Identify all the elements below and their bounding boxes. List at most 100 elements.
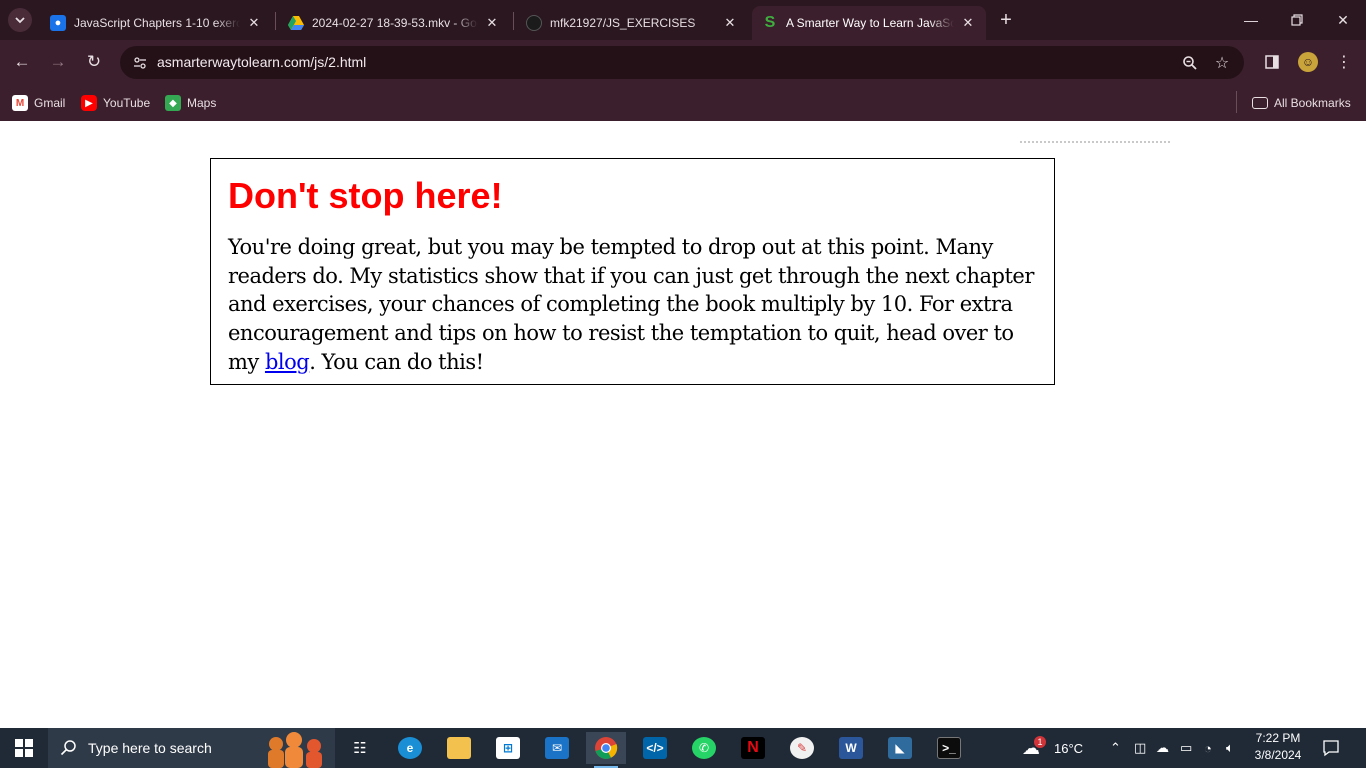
- windows-taskbar: Type here to search ☷ e ⊞ ✉ </> ✆ N ✎ W …: [0, 728, 1366, 768]
- zoom-icon: [1183, 56, 1197, 70]
- tab-smarter-way[interactable]: S A Smarter Way to Learn JavaScript ✕: [752, 6, 986, 40]
- weather-temp: 16°C: [1054, 740, 1084, 756]
- menu-button[interactable]: ⋮: [1332, 50, 1356, 74]
- page-content: Don't stop here! You're doing great, but…: [0, 121, 1366, 728]
- tab-github[interactable]: mfk21927/JS_EXERCISES ✕: [516, 6, 748, 40]
- bookmark-youtube[interactable]: ▶ YouTube: [81, 92, 150, 114]
- close-window-button[interactable]: ✕: [1320, 0, 1366, 40]
- search-placeholder: Type here to search: [88, 740, 212, 756]
- maps-icon: ◆: [165, 95, 181, 111]
- forward-button[interactable]: →: [44, 48, 72, 76]
- edge-icon: e: [398, 737, 422, 759]
- volume-button[interactable]: 🔈︎: [1226, 728, 1234, 768]
- tab-title: JavaScript Chapters 1-10 exercises: [74, 16, 240, 30]
- tab-divider: [275, 12, 276, 30]
- minimize-icon: —: [1244, 12, 1258, 28]
- taskbar-clock[interactable]: 7:22 PM 3/8/2024: [1240, 730, 1316, 764]
- bookmark-maps[interactable]: ◆ Maps: [165, 92, 216, 114]
- tab-divider: [513, 12, 514, 30]
- terminal-app[interactable]: >_: [929, 732, 969, 764]
- mail-icon: ✉: [545, 737, 569, 759]
- bookmark-label: Gmail: [34, 96, 66, 110]
- plus-icon: +: [1000, 8, 1012, 31]
- all-bookmarks-label: All Bookmarks: [1274, 96, 1351, 110]
- minimize-button[interactable]: —: [1228, 0, 1274, 40]
- github-icon: [526, 15, 542, 31]
- google-classroom-icon: ●: [50, 15, 66, 31]
- show-hidden-icons-button[interactable]: ⌃: [1110, 728, 1121, 768]
- vscode-app[interactable]: </>: [635, 732, 675, 764]
- terminal-icon: >_: [937, 737, 961, 759]
- chrome-icon: [595, 737, 618, 759]
- network-button[interactable]: ◔: [1204, 728, 1212, 768]
- search-icon: [60, 740, 76, 756]
- battery-button[interactable]: ▭: [1180, 728, 1192, 768]
- arrow-left-icon: ←: [13, 52, 31, 71]
- tab-google-drive[interactable]: 2024-02-27 18-39-53.mkv - Google Drive ✕: [278, 6, 510, 40]
- bookmark-star-button[interactable]: ☆: [1210, 51, 1234, 75]
- folder-icon: [1252, 97, 1268, 109]
- windows-logo-icon: [15, 739, 33, 757]
- chevron-down-icon: [15, 17, 25, 24]
- page-heading: Don't stop here!: [228, 175, 503, 216]
- netflix-app[interactable]: N: [733, 732, 773, 764]
- speaker-icon: 🔈︎: [1226, 740, 1234, 755]
- profile-button[interactable]: ☺: [1296, 50, 1320, 74]
- body-text-end: . You can do this!: [309, 349, 484, 374]
- chevron-up-icon: ⌃: [1110, 740, 1121, 755]
- store-app[interactable]: ⊞: [488, 732, 528, 764]
- browser-toolbar: ← → ↻ asmarterwaytolearn.com/js/2.html ☆…: [0, 40, 1366, 85]
- tab-title: A Smarter Way to Learn JavaScript: [786, 16, 954, 30]
- bookmarks-divider: [1236, 91, 1237, 113]
- close-tab-icon[interactable]: ✕: [246, 15, 262, 31]
- paint-app[interactable]: ✎: [782, 732, 822, 764]
- address-bar[interactable]: asmarterwaytolearn.com/js/2.html ☆: [120, 46, 1244, 79]
- close-tab-icon[interactable]: ✕: [960, 15, 976, 31]
- bookmark-label: YouTube: [103, 96, 151, 110]
- mysql-workbench-app[interactable]: ◣: [880, 732, 920, 764]
- url-text[interactable]: asmarterwaytolearn.com/js/2.html: [157, 54, 366, 70]
- restore-button[interactable]: [1274, 0, 1320, 40]
- bookmark-gmail[interactable]: M Gmail: [12, 92, 65, 114]
- file-explorer-app[interactable]: [439, 732, 479, 764]
- onedrive-button[interactable]: ☁: [1156, 728, 1169, 768]
- star-icon: ☆: [1214, 55, 1230, 72]
- bookmarks-bar: M Gmail ▶ YouTube ◆ Maps All Bookmarks: [0, 85, 1366, 121]
- notification-button[interactable]: [1322, 728, 1340, 768]
- browser-chrome: ● JavaScript Chapters 1-10 exercises ✕ 2…: [0, 0, 1366, 121]
- back-button[interactable]: ←: [8, 48, 36, 76]
- battery-icon: ▭: [1180, 740, 1193, 755]
- tab-javascript-chapters[interactable]: ● JavaScript Chapters 1-10 exercises ✕: [40, 6, 272, 40]
- taskbar-search[interactable]: Type here to search: [48, 728, 335, 768]
- whatsapp-app[interactable]: ✆: [684, 732, 724, 764]
- site-info-icon[interactable]: [128, 51, 152, 75]
- search-highlight-illustration: [268, 732, 322, 768]
- reload-button[interactable]: ↻: [80, 48, 108, 76]
- zoom-button[interactable]: [1178, 51, 1202, 75]
- edge-app[interactable]: e: [390, 732, 430, 764]
- reload-icon: ↻: [86, 52, 102, 71]
- folder-icon: [447, 737, 471, 759]
- youtube-icon: ▶: [81, 95, 97, 111]
- close-tab-icon[interactable]: ✕: [722, 15, 738, 31]
- restore-icon: [1291, 14, 1303, 26]
- all-bookmarks-button[interactable]: All Bookmarks: [1252, 92, 1351, 114]
- start-button[interactable]: [4, 732, 44, 764]
- camera-icon: ◫: [1134, 740, 1147, 755]
- tab-search-button[interactable]: [8, 8, 32, 32]
- side-panel-button[interactable]: [1260, 50, 1284, 74]
- clock-time: 7:22 PM: [1255, 731, 1301, 745]
- task-view-button[interactable]: ☷: [340, 732, 380, 764]
- word-app[interactable]: W: [831, 732, 871, 764]
- weather-widget[interactable]: ☁ 1 16°C: [1022, 728, 1083, 768]
- mail-app[interactable]: ✉: [537, 732, 577, 764]
- close-tab-icon[interactable]: ✕: [484, 15, 500, 31]
- side-panel-icon: [1265, 55, 1279, 69]
- notification-icon: [1323, 740, 1339, 757]
- new-tab-button[interactable]: +: [994, 8, 1018, 32]
- meet-now-button[interactable]: ◫: [1134, 728, 1146, 768]
- paint-icon: ✎: [790, 737, 814, 759]
- clock-date: 3/8/2024: [1254, 748, 1302, 762]
- chrome-app[interactable]: [586, 732, 626, 768]
- blog-link[interactable]: blog: [265, 350, 310, 374]
